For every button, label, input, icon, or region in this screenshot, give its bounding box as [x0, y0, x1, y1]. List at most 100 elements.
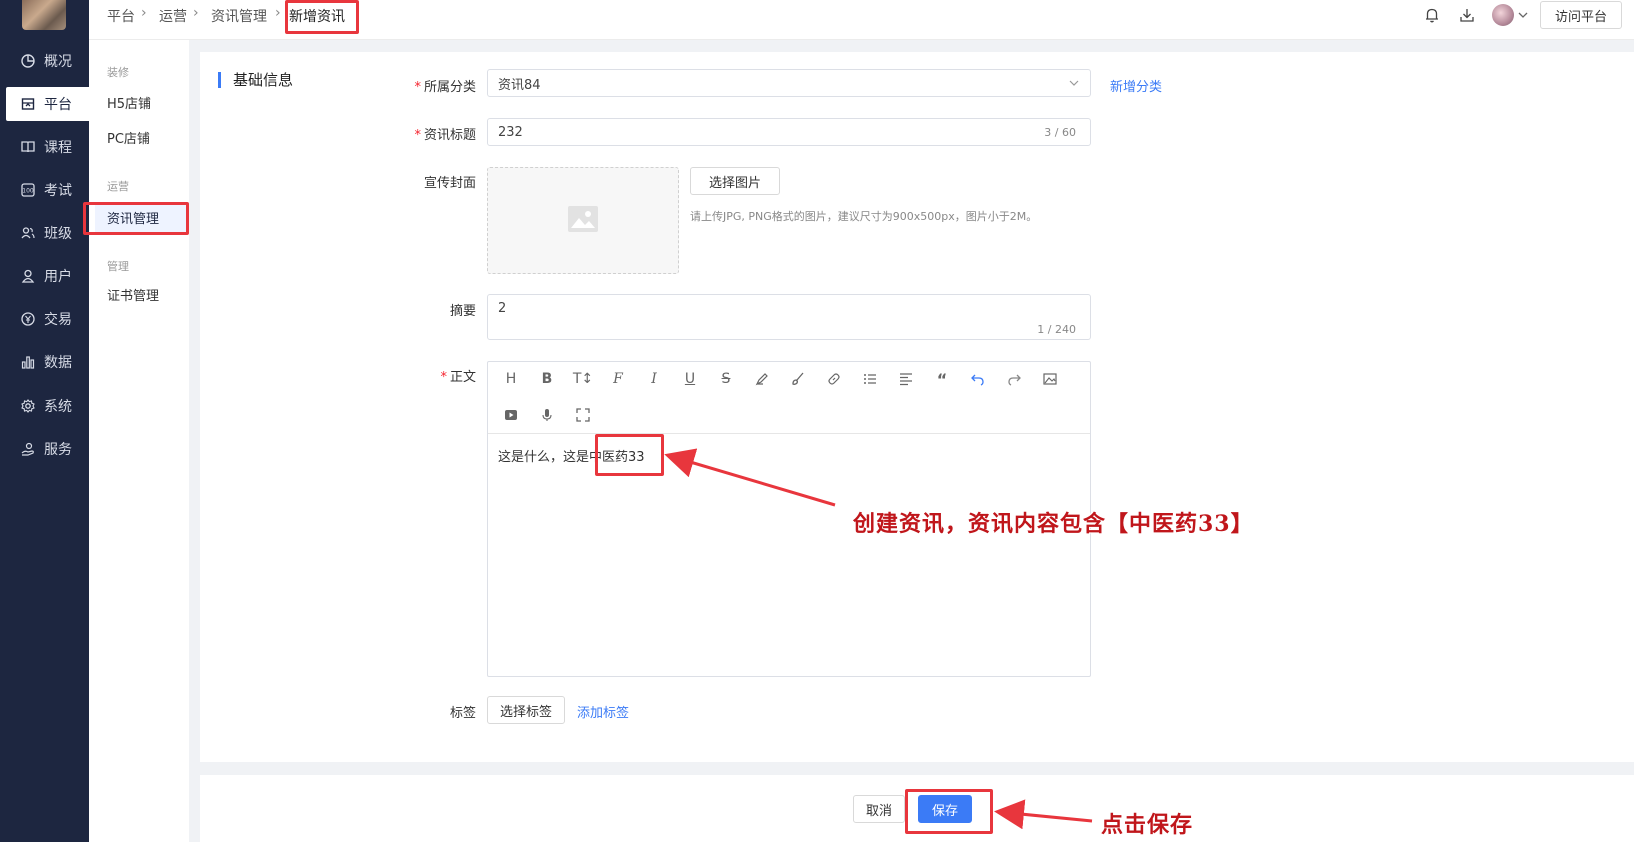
image-icon[interactable]	[1041, 370, 1059, 388]
body-label: * 正文	[400, 366, 476, 385]
category-label-text: 所属分类	[423, 80, 476, 95]
nav-label: 交易	[44, 312, 72, 328]
visit-platform-button[interactable]: 访问平台	[1540, 1, 1622, 29]
cover-hint: 请上传JPG, PNG格式的图片，建议尺寸为900x500px，图片小于2M。	[690, 210, 1038, 223]
category-select[interactable]: 资讯84	[487, 69, 1091, 97]
user-avatar[interactable]	[1492, 4, 1514, 26]
nav-users[interactable]: 用户	[0, 259, 89, 293]
add-tag-link[interactable]: 添加标签	[577, 702, 629, 721]
list-icon[interactable]	[861, 370, 879, 388]
brush-icon[interactable]	[789, 370, 807, 388]
summary-counter: 1 / 240	[1037, 323, 1076, 336]
nav-label: 班级	[44, 226, 72, 242]
choose-tags-button[interactable]: 选择标签	[487, 696, 565, 724]
nav-label: 服务	[44, 442, 72, 458]
choose-image-button[interactable]: 选择图片	[690, 167, 780, 195]
highlight-box-content	[595, 434, 664, 476]
chevron-right-icon: ›	[275, 5, 281, 21]
group-icon	[20, 225, 36, 241]
breadcrumb-item[interactable]: 平台	[107, 6, 135, 26]
tags-label: 标签	[449, 706, 476, 721]
chevron-right-icon: ›	[141, 5, 147, 21]
bar-chart-icon	[20, 354, 36, 370]
required-mark: *	[440, 370, 447, 385]
nav-label: 课程	[44, 140, 72, 156]
gear-icon	[20, 398, 36, 414]
heading-icon[interactable]: H	[502, 370, 520, 388]
nav-exam[interactable]: 100 考试	[0, 173, 89, 207]
menu-item-h5-store[interactable]: H5店铺	[107, 93, 151, 112]
nav-label: 平台	[44, 97, 72, 113]
pie-chart-icon	[20, 53, 36, 69]
editor-toolbar: H B T↕ F I U S “	[488, 362, 1090, 434]
nav-label: 考试	[44, 183, 72, 199]
breadcrumb-item[interactable]: 运营	[159, 6, 187, 26]
category-label: * 所属分类	[400, 76, 476, 95]
title-label: * 资讯标题	[400, 124, 476, 143]
summary-value: 2	[498, 301, 507, 316]
nav-courses[interactable]: 课程	[0, 130, 89, 164]
underline-icon[interactable]: U	[681, 370, 699, 388]
nav-class[interactable]: 班级	[0, 216, 89, 250]
title-input[interactable]: 232 3 / 60	[487, 118, 1091, 146]
body-label-text: 正文	[449, 370, 476, 385]
title-value: 232	[498, 124, 523, 140]
org-avatar[interactable]	[22, 0, 66, 30]
image-placeholder-icon	[568, 205, 598, 236]
summary-label: 摘要	[449, 304, 476, 319]
svg-text:100: 100	[22, 188, 34, 195]
menu-item-certificate[interactable]: 证书管理	[107, 285, 159, 304]
nav-label: 概况	[44, 54, 72, 70]
nav-label: 数据	[44, 355, 72, 371]
menu-group-label: 运营	[107, 180, 129, 193]
cancel-button[interactable]: 取消	[853, 795, 905, 823]
nav-overview[interactable]: 概况	[0, 44, 89, 78]
fullscreen-icon[interactable]	[574, 406, 592, 424]
breadcrumb-item[interactable]: 资讯管理	[211, 6, 267, 26]
exam-icon: 100	[20, 182, 36, 198]
annotation-create-note: 创建资讯，资讯内容包含【中医药33】	[853, 511, 1254, 537]
highlight-box-breadcrumb	[285, 0, 359, 34]
chevron-down-icon	[1068, 76, 1080, 94]
service-icon	[20, 441, 36, 457]
link-icon[interactable]	[825, 370, 843, 388]
add-category-link[interactable]: 新增分类	[1110, 76, 1162, 95]
nav-platform[interactable]: 平台	[6, 87, 89, 121]
bell-icon[interactable]	[1424, 7, 1442, 25]
user-icon	[20, 268, 36, 284]
menu-item-pc-store[interactable]: PC店铺	[107, 128, 150, 147]
highlight-box-save	[905, 789, 993, 834]
undo-icon[interactable]	[969, 370, 987, 388]
store-icon	[20, 96, 36, 112]
chevron-down-icon[interactable]	[1517, 7, 1535, 25]
secondary-menu: 装修 H5店铺 PC店铺 运营 资讯管理 管理 证书管理	[89, 40, 189, 842]
video-icon[interactable]	[502, 406, 520, 424]
category-value: 资讯84	[498, 77, 541, 93]
title-label-text: 资讯标题	[423, 128, 476, 143]
font-size-icon[interactable]: T↕	[573, 370, 593, 388]
quote-icon[interactable]: “	[933, 370, 951, 389]
cover-upload-area[interactable]	[487, 167, 679, 274]
microphone-icon[interactable]	[538, 406, 556, 424]
redo-icon[interactable]	[1005, 370, 1023, 388]
align-icon[interactable]	[897, 370, 915, 388]
nav-label: 系统	[44, 399, 72, 415]
font-family-icon[interactable]: F	[609, 370, 627, 388]
nav-service[interactable]: 服务	[0, 432, 89, 466]
nav-data[interactable]: 数据	[0, 345, 89, 379]
bold-icon[interactable]: B	[538, 370, 556, 388]
section-title: 基础信息	[218, 72, 293, 88]
download-icon[interactable]	[1459, 7, 1477, 25]
summary-textarea[interactable]: 2 1 / 240	[487, 294, 1091, 340]
strikethrough-icon[interactable]: S	[717, 370, 735, 388]
cover-label: 宣传封面	[423, 176, 476, 191]
chevron-right-icon: ›	[193, 5, 199, 21]
required-mark: *	[414, 80, 421, 95]
nav-system[interactable]: 系统	[0, 389, 89, 423]
italic-icon[interactable]: I	[645, 370, 663, 388]
required-mark: *	[414, 128, 421, 143]
nav-trade[interactable]: 交易	[0, 302, 89, 336]
menu-group-label: 装修	[107, 66, 129, 79]
highlight-pen-icon[interactable]	[753, 370, 771, 388]
annotation-save-note: 点击保存	[1101, 812, 1194, 838]
